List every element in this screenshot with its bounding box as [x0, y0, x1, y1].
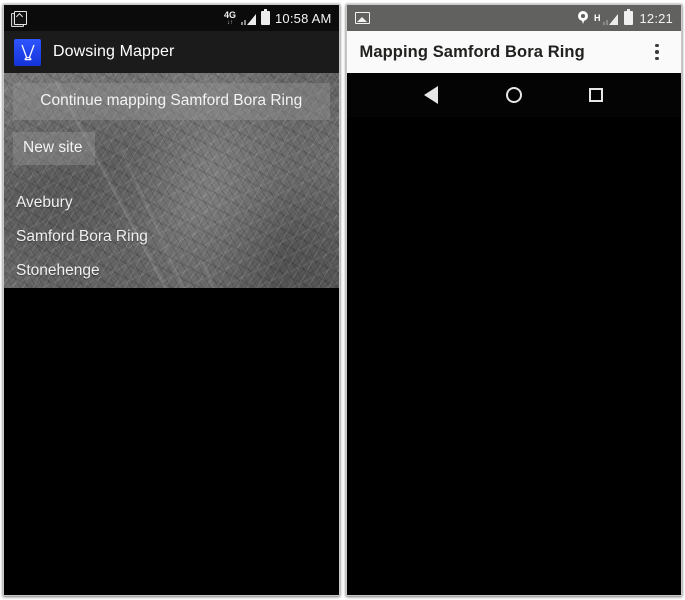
battery-icon — [260, 9, 270, 25]
battery-icon — [624, 9, 634, 25]
home-circle-icon[interactable] — [505, 87, 522, 103]
location-pin-icon — [577, 11, 588, 25]
page-title: Mapping Samford Bora Ring — [359, 42, 585, 61]
recents-square-icon[interactable] — [589, 88, 604, 102]
android-nav-bar — [346, 73, 681, 117]
list-item[interactable]: Stonehenge — [14, 254, 330, 288]
back-triangle-icon[interactable] — [424, 86, 439, 104]
signal-bars-icon — [240, 12, 256, 25]
overflow-menu-icon[interactable] — [646, 37, 668, 67]
status-clock: 12:21 — [639, 10, 673, 26]
saved-sites-list: Avebury Samford Bora Ring Stonehenge — [13, 186, 330, 288]
dowsing-rod-logo-icon — [14, 38, 41, 66]
network-type-indicator: 4G ↓↑ — [223, 9, 236, 26]
app-title: Dowsing Mapper — [53, 43, 175, 60]
left-status-bar: 4G ↓↑ 10:58 AM — [4, 5, 339, 31]
list-item[interactable]: Samford Bora Ring — [14, 220, 330, 254]
screenshot-stage: 4G ↓↑ 10:58 AM Dowsing Mapper Continue m… — [0, 0, 685, 600]
right-status-bar: H 12:21 — [346, 5, 681, 31]
new-site-button[interactable]: New site — [13, 131, 96, 165]
signal-bars-icon — [603, 12, 619, 25]
continue-mapping-button[interactable]: Continue mapping Samford Bora Ring — [13, 83, 330, 120]
screenshot-icon — [11, 10, 27, 27]
site-menu: Continue mapping Samford Bora Ring New s… — [4, 73, 339, 288]
right-phone-panel: H 12:21 Mapping Samford Bora Ring MARK — [345, 4, 682, 596]
photo-icon — [354, 12, 370, 24]
left-app-bar: Dowsing Mapper — [4, 31, 339, 73]
network-type-indicator: H — [593, 13, 601, 23]
left-content-area: Continue mapping Samford Bora Ring New s… — [4, 73, 339, 288]
status-clock: 10:58 AM — [274, 10, 332, 26]
right-app-bar: Mapping Samford Bora Ring — [346, 31, 681, 73]
list-item[interactable]: Avebury — [14, 186, 330, 220]
left-phone-panel: 4G ↓↑ 10:58 AM Dowsing Mapper Continue m… — [3, 4, 340, 596]
